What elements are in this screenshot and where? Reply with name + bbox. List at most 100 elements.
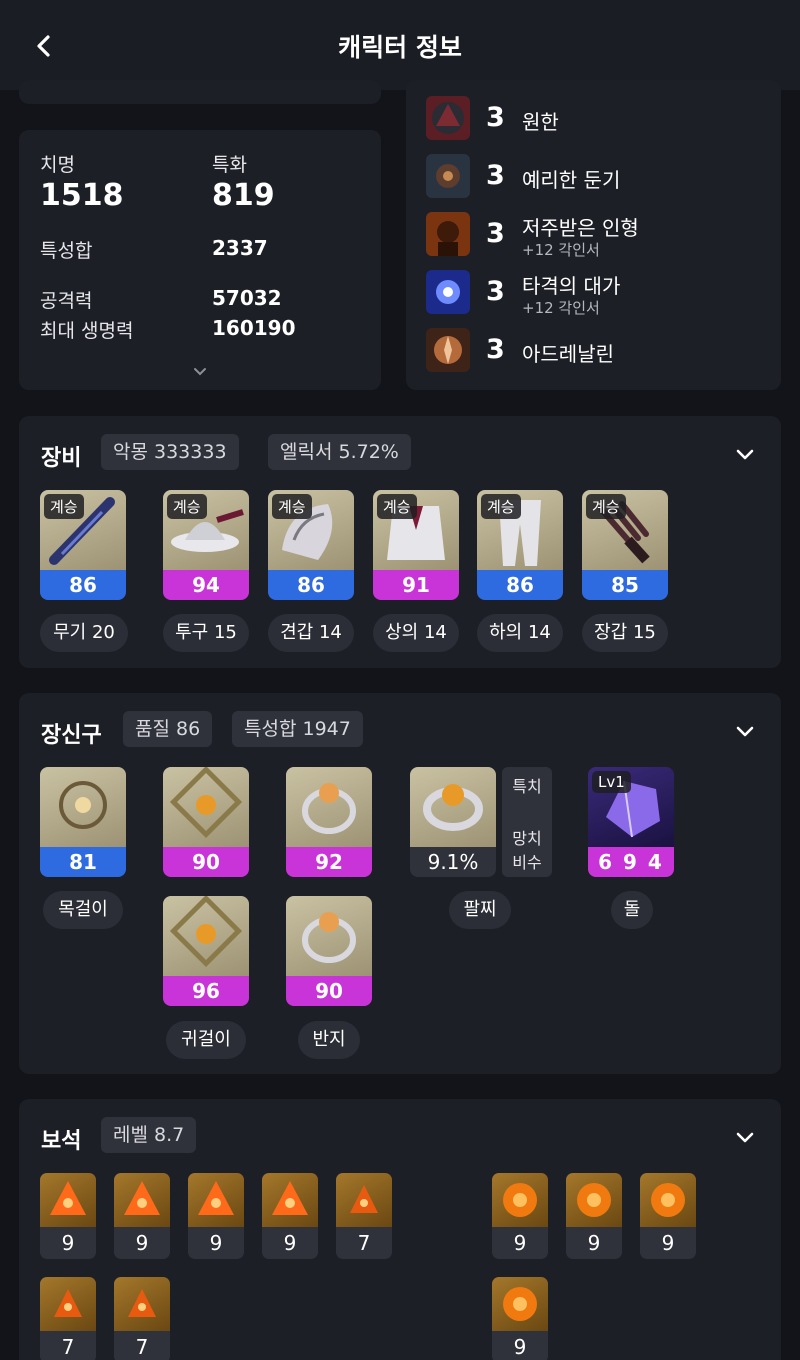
top-bar: 캐릭터 정보: [0, 0, 800, 90]
crit-label: 치명: [40, 154, 75, 176]
earring-label: 귀걸이: [166, 1021, 246, 1059]
engraving-name: 아드레날린: [522, 342, 614, 366]
spec-value: 819: [212, 178, 275, 213]
engraving-book-level: +12 각인서: [522, 241, 600, 259]
ring-label: 반지: [298, 1021, 360, 1059]
succession-tag: 계승: [272, 494, 312, 519]
bracelet-options: 특치 망치 비수: [502, 767, 552, 877]
engraving-name: 타격의 대가: [522, 274, 621, 298]
engraving-level: 3: [486, 218, 505, 249]
stats-card: 치명 1518 특화 819 특성합 2337 공격력 57032 최대 생명력…: [19, 130, 381, 390]
helmet-label: 투구 15: [163, 614, 249, 652]
stat-sum-label: 특성합: [40, 240, 93, 262]
necklace-icon: [40, 767, 126, 847]
pants-item[interactable]: 계승 86: [477, 490, 563, 600]
quality-value: 90: [163, 847, 249, 877]
cooldown-gem-icon: [492, 1173, 548, 1227]
quality-value: 81: [40, 847, 126, 877]
engraving-level: 3: [486, 102, 505, 133]
chevron-down-icon[interactable]: [733, 719, 757, 743]
cooldown-gem-icon: [566, 1173, 622, 1227]
succession-tag: 계승: [481, 494, 521, 519]
quality-value: 86: [268, 570, 354, 600]
quality-value: 86: [40, 570, 126, 600]
cooldown-gem-icon: [640, 1173, 696, 1227]
gem-level: 7: [40, 1331, 96, 1360]
cooldown-gem[interactable]: 9: [566, 1173, 622, 1259]
engraving-level: 3: [486, 276, 505, 307]
ability-stone-item[interactable]: Lv1 6 9 4: [588, 767, 674, 877]
chest-item[interactable]: 계승 91: [373, 490, 459, 600]
doll-engraving-icon: [426, 212, 470, 256]
previous-card-edge: [19, 80, 381, 104]
damage-gem[interactable]: 7: [40, 1277, 96, 1360]
bracelet-item[interactable]: 9.1%: [410, 767, 496, 877]
gems-card: 보석 레벨 8.7 9 9 9 9 7 7 7 9 9 9 9: [19, 1099, 781, 1360]
ring-icon: [286, 767, 372, 847]
ring-item[interactable]: 90: [286, 896, 372, 1006]
ring-item[interactable]: 92: [286, 767, 372, 877]
gem-level: 9: [566, 1227, 622, 1259]
weapon-item[interactable]: 계승 86: [40, 490, 126, 600]
gems-title: 보석: [41, 1129, 82, 1154]
set-chip: 악몽 333333: [101, 434, 239, 470]
earring-icon: [163, 896, 249, 976]
attack-label: 공격력: [40, 290, 93, 312]
gem-level: 9: [640, 1227, 696, 1259]
expand-chevron-icon[interactable]: [191, 362, 209, 380]
chevron-down-icon[interactable]: [733, 442, 757, 466]
engraving-level: 3: [486, 334, 505, 365]
quality-chip: 품질 86: [123, 711, 213, 747]
attack-value: 57032: [212, 286, 282, 310]
damage-gem-icon: [336, 1173, 392, 1227]
engraving-level: 3: [486, 160, 505, 191]
necklace-label: 목걸이: [43, 891, 123, 929]
gem-level: 9: [262, 1227, 318, 1259]
max-hp-label: 최대 생명력: [40, 320, 134, 342]
succession-tag: 계승: [44, 494, 84, 519]
helmet-item[interactable]: 계승 94: [163, 490, 249, 600]
cooldown-gem[interactable]: 9: [492, 1173, 548, 1259]
gem-level-chip: 레벨 8.7: [101, 1117, 197, 1153]
cooldown-gem[interactable]: 9: [492, 1277, 548, 1360]
damage-gem-icon: [188, 1173, 244, 1227]
bracelet-option: 특치: [512, 777, 542, 796]
damage-gem[interactable]: 9: [188, 1173, 244, 1259]
quality-value: 90: [286, 976, 372, 1006]
damage-gem[interactable]: 7: [336, 1173, 392, 1259]
earring-item[interactable]: 96: [163, 896, 249, 1006]
earring-icon: [163, 767, 249, 847]
engraving-name: 예리한 둔기: [522, 168, 621, 192]
stat-sum-chip: 특성합 1947: [232, 711, 363, 747]
stone-label: 돌: [611, 891, 653, 929]
gloves-item[interactable]: 계승 85: [582, 490, 668, 600]
bracelet-icon: [410, 767, 496, 847]
gem-level: 9: [114, 1227, 170, 1259]
necklace-item[interactable]: 81: [40, 767, 126, 877]
cooldown-gem[interactable]: 9: [640, 1173, 696, 1259]
gem-level: 7: [336, 1227, 392, 1259]
damage-gem[interactable]: 9: [40, 1173, 96, 1259]
quality-value: 96: [163, 976, 249, 1006]
engravings-card: 3 원한 3 예리한 둔기 3 저주받은 인형 +12 각인서 3 타격의 대가…: [406, 80, 781, 390]
gloves-label: 장갑 15: [582, 614, 668, 652]
damage-gem[interactable]: 9: [262, 1173, 318, 1259]
equipment-title: 장비: [41, 446, 82, 471]
quality-value: 85: [582, 570, 668, 600]
mace-engraving-icon: [426, 154, 470, 198]
stone-level-tag: Lv1: [592, 771, 631, 793]
shoulder-item[interactable]: 계승 86: [268, 490, 354, 600]
chevron-down-icon[interactable]: [733, 1125, 757, 1149]
accessories-title: 장신구: [41, 723, 102, 748]
spec-label: 특화: [212, 154, 247, 176]
weapon-label: 무기 20: [40, 614, 128, 652]
accessories-card: 장신구 품질 86 특성합 1947 81 목걸이 90 96 귀걸이 92 9…: [19, 693, 781, 1074]
bracelet-option: 비수: [512, 853, 542, 872]
bracelet-option: 망치: [512, 829, 542, 848]
engraving-book-level: +12 각인서: [522, 299, 600, 317]
damage-gem[interactable]: 7: [114, 1277, 170, 1360]
damage-gem[interactable]: 9: [114, 1173, 170, 1259]
bracelet-label: 팔찌: [449, 891, 511, 929]
shoulder-label: 견갑 14: [268, 614, 354, 652]
earring-item[interactable]: 90: [163, 767, 249, 877]
